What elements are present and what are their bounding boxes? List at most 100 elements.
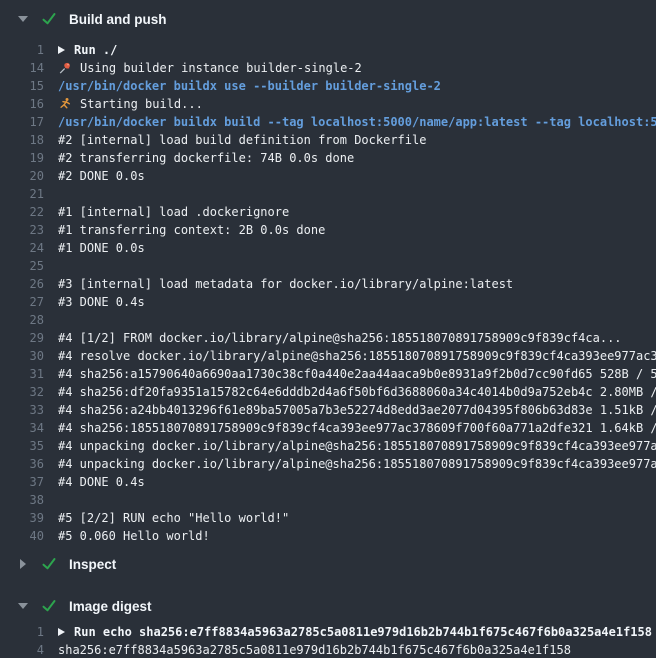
log-line: 40 #5 0.060 Hello world! — [0, 527, 656, 545]
line-text: #4 sha256:a15790640a6690aa1730c38cf0a440… — [58, 367, 656, 381]
log-line: 37 #4 DONE 0.4s — [0, 473, 656, 491]
line-number[interactable]: 27 — [0, 295, 44, 309]
line-number[interactable]: 25 — [0, 259, 44, 273]
log-section-build-and-push: Build and push 1 Run ./ 14 Using builder… — [0, 6, 656, 545]
line-body: #1 transferring context: 2B 0.0s done — [58, 223, 325, 237]
line-body: #3 DONE 0.4s — [58, 295, 145, 309]
chevron-down-icon[interactable] — [18, 603, 28, 609]
line-text: #2 transferring dockerfile: 74B 0.0s don… — [58, 151, 354, 165]
line-number[interactable]: 34 — [0, 421, 44, 435]
line-number[interactable]: 26 — [0, 277, 44, 291]
line-body: #4 [1/2] FROM docker.io/library/alpine@s… — [58, 331, 622, 345]
section-title: Image digest — [69, 599, 152, 614]
line-text: #4 resolve docker.io/library/alpine@sha2… — [58, 349, 656, 363]
log-line: 16 Starting build... — [0, 95, 656, 113]
section-title: Inspect — [69, 557, 116, 572]
section-title: Build and push — [69, 12, 167, 27]
log-section-inspect: Inspect — [0, 551, 656, 577]
line-number[interactable]: 32 — [0, 385, 44, 399]
line-text: #2 DONE 0.0s — [58, 169, 145, 183]
line-text: #4 unpacking docker.io/library/alpine@sh… — [58, 457, 656, 471]
line-text: #5 0.060 Hello world! — [58, 529, 210, 543]
line-number[interactable]: 4 — [0, 643, 44, 657]
line-number[interactable]: 39 — [0, 511, 44, 525]
line-body: /usr/bin/docker buildx use --builder bui… — [58, 79, 441, 93]
log-line: 28 — [0, 311, 656, 329]
line-number[interactable]: 31 — [0, 367, 44, 381]
line-text: sha256:e7ff8834a5963a2785c5a0811e979d16b… — [58, 643, 571, 657]
log-line: 34 #4 sha256:185518070891758909c9f839cf4… — [0, 419, 656, 437]
line-number[interactable]: 37 — [0, 475, 44, 489]
line-number[interactable]: 19 — [0, 151, 44, 165]
chevron-down-icon[interactable] — [18, 16, 28, 22]
line-number[interactable]: 17 — [0, 115, 44, 129]
log-line: 39 #5 [2/2] RUN echo "Hello world!" — [0, 509, 656, 527]
line-body: #5 [2/2] RUN echo "Hello world!" — [58, 511, 289, 525]
line-number[interactable]: 35 — [0, 439, 44, 453]
line-text: #1 [internal] load .dockerignore — [58, 205, 289, 219]
log-line: 17 /usr/bin/docker buildx build --tag lo… — [0, 113, 656, 131]
line-number[interactable]: 14 — [0, 61, 44, 75]
log-line: 26 #3 [internal] load metadata for docke… — [0, 275, 656, 293]
run-play-icon[interactable] — [58, 628, 65, 636]
log-line: 24 #1 DONE 0.0s — [0, 239, 656, 257]
line-number[interactable]: 38 — [0, 493, 44, 507]
line-number[interactable]: 18 — [0, 133, 44, 147]
run-play-icon[interactable] — [58, 46, 65, 54]
line-text: /usr/bin/docker buildx build --tag local… — [58, 115, 656, 129]
log-line: 32 #4 sha256:df20fa9351a15782c64e6dddb2d… — [0, 383, 656, 401]
line-body: #4 sha256:185518070891758909c9f839cf4ca3… — [58, 421, 656, 435]
log-section-image-digest: Image digest 1 Run echo sha256:e7ff8834a… — [0, 593, 656, 658]
log-line: 36 #4 unpacking docker.io/library/alpine… — [0, 455, 656, 473]
line-number[interactable]: 30 — [0, 349, 44, 363]
line-number[interactable]: 24 — [0, 241, 44, 255]
line-number[interactable]: 36 — [0, 457, 44, 471]
line-text: #1 DONE 0.0s — [58, 241, 145, 255]
section-header-inspect[interactable]: Inspect — [0, 551, 656, 577]
line-number[interactable]: 22 — [0, 205, 44, 219]
line-body: #4 sha256:a15790640a6690aa1730c38cf0a440… — [58, 367, 656, 381]
log-line: 27 #3 DONE 0.4s — [0, 293, 656, 311]
line-number[interactable]: 21 — [0, 187, 44, 201]
line-text: #2 [internal] load build definition from… — [58, 133, 426, 147]
workflow-log: Build and push 1 Run ./ 14 Using builder… — [0, 6, 656, 658]
line-text: /usr/bin/docker buildx use --builder bui… — [58, 79, 441, 93]
chevron-right-icon[interactable] — [18, 559, 28, 569]
line-body: #1 [internal] load .dockerignore — [58, 205, 289, 219]
section-header-build-and-push[interactable]: Build and push — [0, 6, 656, 32]
line-body: #3 [internal] load metadata for docker.i… — [58, 277, 513, 291]
line-body: #2 [internal] load build definition from… — [58, 133, 426, 147]
line-body: #5 0.060 Hello world! — [58, 529, 210, 543]
line-text: #4 sha256:df20fa9351a15782c64e6dddb2d4a6… — [58, 385, 656, 399]
log-line: 38 — [0, 491, 656, 509]
log-line: 30 #4 resolve docker.io/library/alpine@s… — [0, 347, 656, 365]
log-line: 33 #4 sha256:a24bb4013296f61e89ba57005a7… — [0, 401, 656, 419]
section-header-image-digest[interactable]: Image digest — [0, 593, 656, 619]
line-number[interactable]: 16 — [0, 97, 44, 111]
line-text: Run ./ — [74, 43, 117, 57]
line-body: #4 unpacking docker.io/library/alpine@sh… — [58, 457, 656, 471]
line-number[interactable]: 40 — [0, 529, 44, 543]
section-lines: 1 Run echo sha256:e7ff8834a5963a2785c5a0… — [0, 623, 656, 658]
log-line: 18 #2 [internal] load build definition f… — [0, 131, 656, 149]
log-line: 29 #4 [1/2] FROM docker.io/library/alpin… — [0, 329, 656, 347]
line-number[interactable]: 33 — [0, 403, 44, 417]
line-number[interactable]: 1 — [0, 625, 44, 639]
line-number[interactable]: 29 — [0, 331, 44, 345]
line-body: #4 unpacking docker.io/library/alpine@sh… — [58, 439, 656, 453]
line-text: Using builder instance builder-single-2 — [80, 61, 362, 75]
line-number[interactable]: 15 — [0, 79, 44, 93]
line-number[interactable]: 1 — [0, 43, 44, 57]
log-line: 1 Run echo sha256:e7ff8834a5963a2785c5a0… — [0, 623, 656, 641]
line-body: #1 DONE 0.0s — [58, 241, 145, 255]
line-text: Run echo sha256:e7ff8834a5963a2785c5a081… — [74, 625, 652, 639]
line-number[interactable]: 20 — [0, 169, 44, 183]
line-number[interactable]: 23 — [0, 223, 44, 237]
line-body: Using builder instance builder-single-2 — [58, 61, 362, 75]
log-line: 19 #2 transferring dockerfile: 74B 0.0s … — [0, 149, 656, 167]
line-body: Run ./ — [58, 43, 117, 57]
log-line: 31 #4 sha256:a15790640a6690aa1730c38cf0a… — [0, 365, 656, 383]
pushpin-icon — [58, 61, 72, 75]
log-line: 14 Using builder instance builder-single… — [0, 59, 656, 77]
line-number[interactable]: 28 — [0, 313, 44, 327]
